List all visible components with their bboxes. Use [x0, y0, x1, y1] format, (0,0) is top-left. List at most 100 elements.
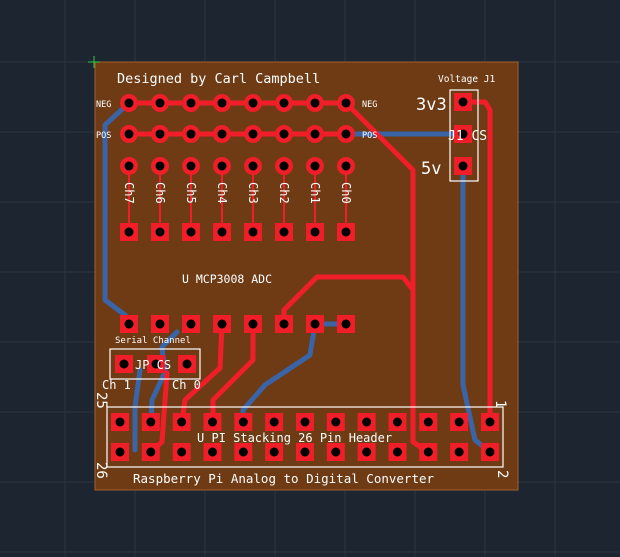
square-pad[interactable] [172, 443, 191, 461]
j1-cs-label: J1 CS [448, 129, 487, 144]
square-pad[interactable] [115, 355, 133, 373]
square-pad[interactable] [234, 413, 253, 431]
round-pad[interactable] [306, 94, 324, 112]
pos-left-label: POS [96, 131, 111, 141]
square-pad[interactable] [450, 413, 469, 431]
square-pad[interactable] [326, 443, 345, 461]
square-pad[interactable] [306, 223, 324, 241]
square-pad[interactable] [203, 443, 222, 461]
channel-label: Ch2 [277, 182, 291, 204]
square-pad[interactable] [419, 413, 438, 431]
round-pad[interactable] [213, 157, 231, 175]
round-pad[interactable] [120, 157, 138, 175]
round-pad[interactable] [337, 125, 355, 143]
voltage-header-label: Voltage J1 [438, 74, 495, 85]
channel-label: Ch7 [122, 182, 136, 204]
square-pad[interactable] [213, 223, 231, 241]
round-pad[interactable] [275, 157, 293, 175]
pos-right-label: POS [362, 131, 377, 141]
round-pad[interactable] [275, 94, 293, 112]
round-pad[interactable] [151, 94, 169, 112]
channel-label: Ch6 [153, 182, 167, 204]
square-pad[interactable] [265, 413, 284, 431]
pin1-label: 1 [492, 400, 508, 408]
square-pad[interactable] [295, 443, 314, 461]
square-pad[interactable] [326, 413, 345, 431]
round-pad[interactable] [213, 125, 231, 143]
round-pad[interactable] [244, 125, 262, 143]
square-pad[interactable] [234, 443, 253, 461]
square-pad[interactable] [265, 443, 284, 461]
square-pad[interactable] [480, 443, 499, 461]
square-pad[interactable] [450, 443, 469, 461]
adc-label: U MCP3008 ADC [182, 272, 272, 286]
square-pad[interactable] [388, 413, 407, 431]
square-pad[interactable] [244, 223, 262, 241]
square-pad[interactable] [111, 443, 129, 461]
channel-label: Ch0 [339, 182, 353, 204]
square-pad[interactable] [111, 413, 129, 431]
square-pad[interactable] [213, 315, 231, 333]
square-pad[interactable] [357, 443, 376, 461]
3v3-label: 3v3 [416, 95, 447, 115]
round-pad[interactable] [337, 94, 355, 112]
channel-label: Ch1 [308, 182, 322, 204]
square-pad[interactable] [182, 315, 200, 333]
round-pad[interactable] [275, 125, 293, 143]
square-pad[interactable] [151, 223, 169, 241]
neg-left-label: NEG [96, 100, 111, 110]
square-pad[interactable] [178, 355, 196, 373]
square-pad[interactable] [454, 93, 472, 111]
square-pad[interactable] [141, 443, 160, 461]
square-pad[interactable] [337, 223, 355, 241]
square-pad[interactable] [203, 413, 222, 431]
square-pad[interactable] [275, 223, 293, 241]
round-pad[interactable] [151, 125, 169, 143]
round-pad[interactable] [182, 94, 200, 112]
board-title: Raspberry Pi Analog to Digital Converter [133, 471, 434, 486]
pcb-view[interactable]: Designed by Carl Campbell Voltage J1 3v3… [0, 0, 620, 557]
header-label: U PI Stacking 26 Pin Header [197, 431, 392, 445]
designer-label: Designed by Carl Campbell [117, 71, 320, 87]
round-pad[interactable] [120, 125, 138, 143]
ch1-label: Ch 1 [102, 378, 131, 392]
square-pad[interactable] [419, 443, 438, 461]
square-pad[interactable] [275, 315, 293, 333]
round-pad[interactable] [306, 125, 324, 143]
round-pad[interactable] [182, 125, 200, 143]
round-pad[interactable] [213, 94, 231, 112]
round-pad[interactable] [337, 157, 355, 175]
channel-label: Ch4 [215, 182, 229, 204]
pin26-label: 26 [93, 462, 109, 479]
neg-right-label: NEG [362, 100, 377, 110]
square-pad[interactable] [306, 315, 324, 333]
round-pad[interactable] [120, 94, 138, 112]
square-pad[interactable] [454, 157, 472, 175]
round-pad[interactable] [182, 157, 200, 175]
round-pad[interactable] [306, 157, 324, 175]
square-pad[interactable] [480, 413, 499, 431]
5v-label: 5v [421, 159, 441, 179]
square-pad[interactable] [388, 443, 407, 461]
square-pad[interactable] [244, 315, 262, 333]
square-pad[interactable] [337, 315, 355, 333]
square-pad[interactable] [295, 413, 314, 431]
square-pad[interactable] [172, 413, 191, 431]
square-pad[interactable] [357, 413, 376, 431]
ch0-label: Ch 0 [172, 378, 201, 392]
round-pad[interactable] [244, 94, 262, 112]
channel-label: Ch3 [246, 182, 260, 204]
pin25-label: 25 [93, 392, 109, 409]
jp-cs-label: JP CS [135, 358, 171, 372]
round-pad[interactable] [244, 157, 262, 175]
square-pad[interactable] [120, 315, 138, 333]
serial-channel-label: Serial Channel [115, 336, 191, 346]
pcb-canvas[interactable]: Designed by Carl Campbell Voltage J1 3v3… [0, 0, 620, 557]
square-pad[interactable] [141, 413, 160, 431]
square-pad[interactable] [120, 223, 138, 241]
pin2-label: 2 [494, 470, 510, 478]
square-pad[interactable] [151, 315, 169, 333]
square-pad[interactable] [182, 223, 200, 241]
channel-label: Ch5 [184, 182, 198, 204]
round-pad[interactable] [151, 157, 169, 175]
